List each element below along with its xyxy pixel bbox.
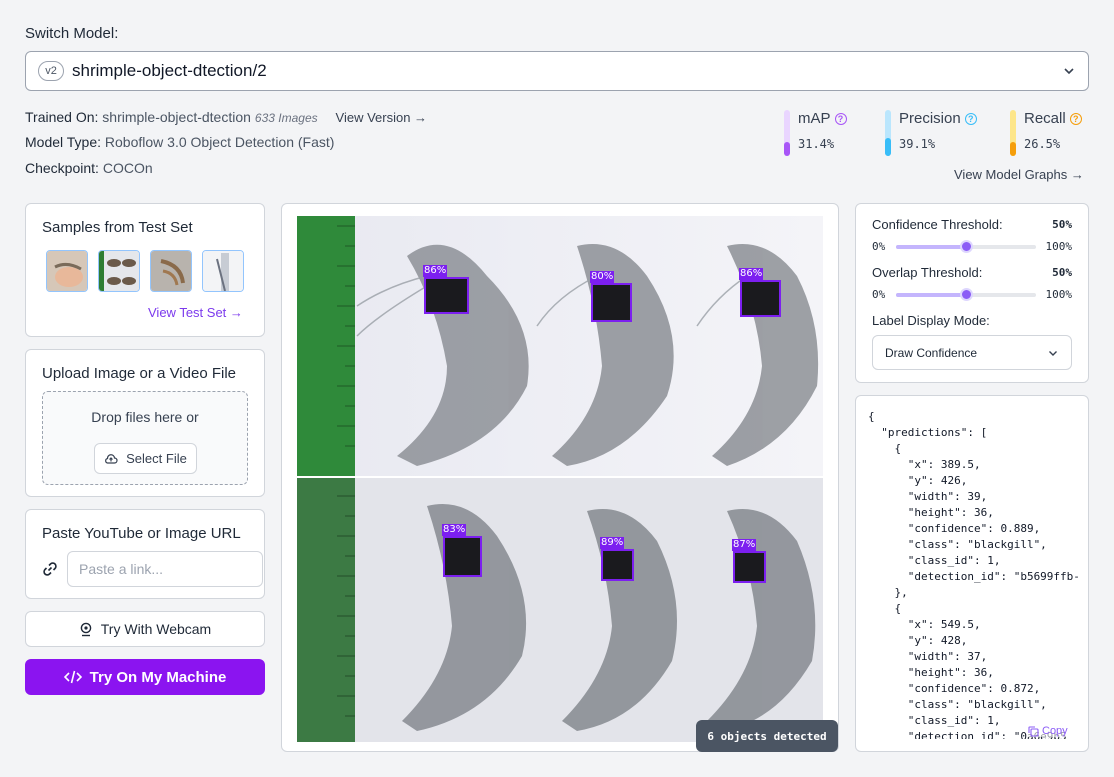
confidence-label: Confidence Threshold: — [872, 217, 1003, 232]
confidence-slider[interactable] — [896, 240, 1036, 253]
confidence-max: 100% — [1045, 240, 1073, 253]
chevron-down-icon — [1064, 68, 1074, 75]
samples-card: Samples from Test Set View Test Set → — [25, 203, 265, 337]
confidence-slider-thumb[interactable] — [960, 240, 973, 253]
help-icon[interactable]: ? — [964, 112, 977, 125]
json-output: { "predictions": [ { "x": 389.5, "y": 42… — [868, 410, 1078, 739]
confidence-min: 0% — [872, 240, 886, 253]
upload-cloud-icon — [105, 453, 118, 464]
json-output-card: { "predictions": [ { "x": 389.5, "y": 42… — [855, 395, 1089, 752]
copy-label: Copy — [1042, 725, 1068, 737]
metric-precision: Precision? 39.1% — [885, 110, 1005, 156]
help-icon[interactable]: ? — [834, 112, 847, 125]
switch-model-label: Switch Model: — [25, 25, 119, 42]
view-version-link[interactable]: View Version → — [336, 110, 428, 125]
objects-detected-badge: 6 objects detected — [696, 720, 838, 752]
trained-on-label: Trained On: — [25, 109, 99, 125]
result-image: 86% 80% 86% 83% 89% 87% — [297, 216, 823, 742]
trained-on-value: shrimple-object-dtection — [102, 109, 251, 125]
overlap-value: 50% — [1052, 266, 1072, 279]
detection-label: 86% — [423, 265, 448, 277]
try-on-machine-label: Try On My Machine — [89, 668, 227, 686]
overlap-slider[interactable] — [896, 288, 1036, 301]
detection-label: 87% — [732, 539, 757, 551]
select-file-button[interactable]: Select File — [94, 443, 197, 474]
try-webcam-button[interactable]: Try With Webcam — [25, 611, 265, 647]
confidence-value: 50% — [1052, 218, 1072, 231]
file-dropzone[interactable]: Drop files here or Select File — [42, 391, 248, 485]
detection-label: 86% — [739, 268, 764, 280]
metric-recall-bar — [1010, 110, 1016, 156]
metric-precision-name: Precision — [899, 110, 961, 127]
overlap-label: Overlap Threshold: — [872, 265, 983, 280]
model-type-label: Model Type: — [25, 134, 102, 150]
sample-thumbnail[interactable] — [150, 250, 192, 292]
metric-map-bar — [784, 110, 790, 156]
trained-on-row: Trained On: shrimple-object-dtection 633 … — [25, 109, 427, 125]
select-file-label: Select File — [126, 451, 187, 466]
image-count: 633 Images — [254, 111, 318, 125]
try-on-machine-button[interactable]: Try On My Machine — [25, 659, 265, 695]
metric-recall: Recall? 26.5% — [1010, 110, 1114, 156]
checkpoint-value: COCOn — [102, 160, 153, 176]
overlap-min: 0% — [872, 288, 886, 301]
version-badge: v2 — [38, 61, 64, 81]
view-test-set-link[interactable]: View Test Set → — [148, 305, 243, 320]
model-select[interactable]: v2 shrimple-object-dtection/2 — [25, 51, 1089, 91]
metric-recall-name: Recall — [1024, 110, 1066, 127]
metric-map-fill — [784, 142, 790, 156]
sample-thumbnail[interactable] — [98, 250, 140, 292]
display-mode-label: Label Display Mode: — [872, 313, 990, 328]
confidence-slider-fill — [896, 245, 966, 249]
inference-panel: 86% 80% 86% 83% 89% 87% 6 objects detect… — [281, 203, 839, 752]
copy-button[interactable]: Copy — [1028, 725, 1068, 737]
code-icon — [63, 670, 82, 684]
overlap-slider-thumb[interactable] — [960, 288, 973, 301]
paste-link-input[interactable]: Paste a link... — [67, 551, 263, 587]
sample-thumbnail[interactable] — [46, 250, 88, 292]
sample-thumbnail[interactable] — [202, 250, 244, 292]
chevron-down-icon — [1049, 350, 1057, 356]
metric-precision-fill — [885, 138, 891, 156]
paste-url-card: Paste YouTube or Image URL Paste a link.… — [25, 509, 265, 599]
upload-card: Upload Image or a Video File Drop files … — [25, 349, 265, 497]
display-mode-select[interactable]: Draw Confidence — [872, 335, 1072, 370]
detection-label: 83% — [442, 524, 467, 536]
detection-box — [424, 277, 469, 314]
detection-label: 80% — [590, 271, 615, 283]
model-type-row: Model Type: Roboflow 3.0 Object Detectio… — [25, 134, 334, 150]
webcam-icon — [80, 622, 92, 636]
detection-box — [740, 280, 781, 317]
help-icon[interactable]: ? — [1069, 112, 1082, 125]
model-type-value: Roboflow 3.0 Object Detection (Fast) — [104, 134, 335, 150]
metric-recall-fill — [1010, 142, 1016, 156]
metric-map-value: 31.4% — [798, 137, 835, 151]
display-mode-value: Draw Confidence — [885, 345, 978, 360]
detection-box — [443, 536, 482, 577]
detection-box — [601, 549, 634, 581]
overlap-max: 100% — [1045, 288, 1073, 301]
metric-recall-value: 26.5% — [1024, 137, 1061, 151]
model-name: shrimple-object-dtection/2 — [72, 61, 267, 80]
detection-label: 89% — [600, 537, 625, 549]
paste-url-title: Paste YouTube or Image URL — [42, 525, 241, 542]
samples-title: Samples from Test Set — [42, 219, 193, 236]
copy-icon — [1028, 725, 1039, 737]
try-webcam-label: Try With Webcam — [100, 621, 212, 637]
metric-precision-bar — [885, 110, 891, 156]
overlap-slider-fill — [896, 293, 966, 297]
link-icon — [43, 562, 57, 576]
checkpoint-row: Checkpoint: COCOn — [25, 160, 153, 176]
metric-precision-value: 39.1% — [899, 137, 936, 151]
detection-box — [733, 551, 766, 583]
metric-map-name: mAP — [798, 110, 831, 127]
view-model-graphs-link[interactable]: View Model Graphs → — [954, 167, 1084, 182]
controls-card: Confidence Threshold: 50% 0% 100% Overla… — [855, 203, 1089, 383]
upload-title: Upload Image or a Video File — [42, 365, 237, 382]
checkpoint-label: Checkpoint: — [25, 160, 99, 176]
detection-box — [591, 283, 632, 322]
drop-text: Drop files here or — [91, 409, 199, 425]
